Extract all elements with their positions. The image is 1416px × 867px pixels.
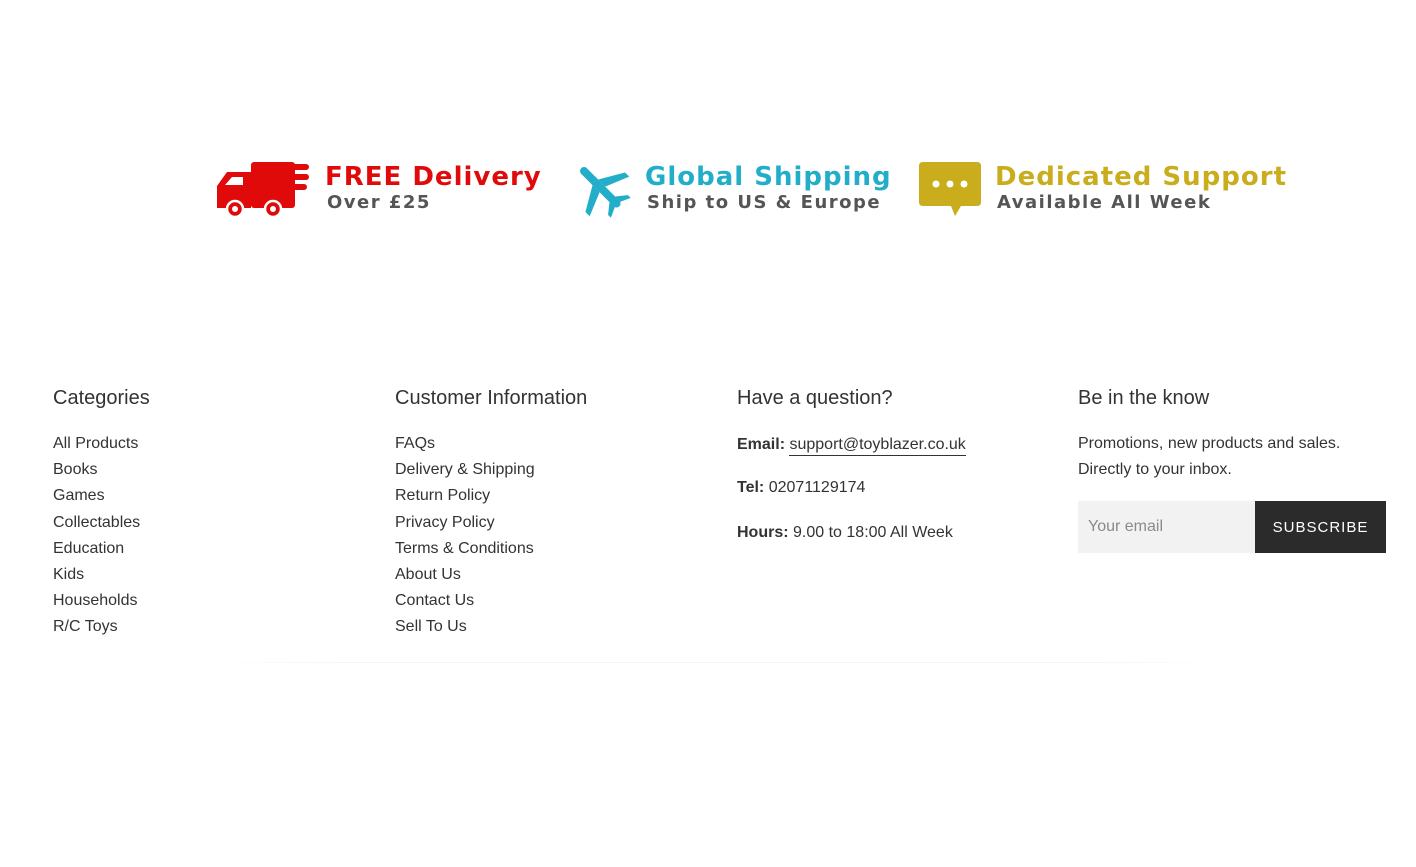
list-item: Households bbox=[53, 588, 373, 614]
feature-subtitle: Over £25 bbox=[327, 191, 431, 213]
feature-subtitle: Ship to US & Europe bbox=[647, 191, 882, 213]
list-item: Return Policy bbox=[395, 483, 715, 509]
list-item: Collectables bbox=[53, 510, 373, 536]
feature-title: Dedicated Support bbox=[995, 161, 1287, 192]
list-item: All Products bbox=[53, 431, 373, 457]
airplane-icon bbox=[580, 167, 631, 218]
footer-contact: Have a question? Email: support@toyblaze… bbox=[737, 384, 1057, 544]
newsletter-line: Promotions, new products and sales. bbox=[1078, 435, 1341, 452]
list-item: Games bbox=[53, 483, 373, 509]
tel-label: Tel: bbox=[737, 479, 765, 496]
contact-phone: Tel: 02071129174 bbox=[737, 477, 1057, 499]
feature-global-shipping: Global Shipping Ship to US & Europe bbox=[571, 155, 892, 221]
email-label: Email: bbox=[737, 436, 786, 453]
list-item: Terms & Conditions bbox=[395, 536, 715, 562]
list-item: About Us bbox=[395, 562, 715, 588]
info-link[interactable]: Terms & Conditions bbox=[395, 540, 534, 557]
hours-label: Hours: bbox=[737, 524, 789, 541]
contact-email: Email: support@toyblazer.co.uk bbox=[737, 434, 1057, 456]
footer-customer-information: Customer Information FAQs Delivery & Shi… bbox=[395, 384, 715, 641]
footer-newsletter: Be in the know Promotions, new products … bbox=[1078, 384, 1388, 553]
list-item: Delivery & Shipping bbox=[395, 457, 715, 483]
feature-subtitle: Available All Week bbox=[997, 191, 1212, 213]
category-link[interactable]: Education bbox=[53, 540, 124, 557]
feature-dedicated-support: Dedicated Support Available All Week bbox=[919, 155, 1287, 221]
list-item: R/C Toys bbox=[53, 614, 373, 640]
info-link[interactable]: Sell To Us bbox=[395, 618, 467, 635]
list-item: Education bbox=[53, 536, 373, 562]
list-item: FAQs bbox=[395, 431, 715, 457]
feature-title: Global Shipping bbox=[645, 161, 892, 192]
footer-categories: Categories All Products Books Games Coll… bbox=[53, 384, 373, 641]
info-link[interactable]: Delivery & Shipping bbox=[395, 461, 535, 478]
category-link[interactable]: Books bbox=[53, 461, 97, 478]
chat-bubble-icon bbox=[919, 162, 981, 216]
info-link[interactable]: Privacy Policy bbox=[395, 514, 495, 531]
newsletter-line: Directly to your inbox. bbox=[1078, 461, 1232, 478]
feature-banner: FREE Delivery Over £25 Global Shipping S… bbox=[213, 155, 1286, 221]
list-item: Sell To Us bbox=[395, 614, 715, 640]
subscribe-button[interactable]: Subscribe bbox=[1255, 501, 1386, 553]
category-link[interactable]: All Products bbox=[53, 435, 138, 452]
delivery-truck-icon bbox=[217, 162, 309, 218]
info-link[interactable]: About Us bbox=[395, 566, 461, 583]
footer-divider bbox=[213, 662, 1223, 663]
footer-heading: Categories bbox=[53, 387, 150, 409]
hours-value: 9.00 to 18:00 All Week bbox=[793, 524, 953, 541]
tel-value: 02071129174 bbox=[768, 479, 866, 496]
category-link[interactable]: Households bbox=[53, 592, 138, 609]
email-link[interactable]: support@toyblazer.co.uk bbox=[789, 436, 966, 456]
contact-hours: Hours: 9.00 to 18:00 All Week bbox=[737, 522, 1057, 544]
newsletter-email-input[interactable] bbox=[1078, 501, 1255, 553]
list-item: Contact Us bbox=[395, 588, 715, 614]
info-link[interactable]: FAQs bbox=[395, 435, 435, 452]
category-links: All Products Books Games Collectables Ed… bbox=[53, 431, 373, 641]
footer-heading: Have a question? bbox=[737, 387, 893, 409]
feature-title: FREE Delivery bbox=[325, 161, 542, 192]
category-link[interactable]: Kids bbox=[53, 566, 84, 583]
newsletter-description: Promotions, new products and sales. Dire… bbox=[1078, 431, 1388, 483]
category-link[interactable]: R/C Toys bbox=[53, 618, 118, 635]
list-item: Kids bbox=[53, 562, 373, 588]
newsletter-form: Subscribe bbox=[1078, 501, 1386, 553]
category-link[interactable]: Games bbox=[53, 487, 105, 504]
footer-heading: Customer Information bbox=[395, 387, 588, 409]
footer-heading: Be in the know bbox=[1078, 387, 1210, 409]
customer-info-links: FAQs Delivery & Shipping Return Policy P… bbox=[395, 431, 715, 641]
info-link[interactable]: Contact Us bbox=[395, 592, 474, 609]
category-link[interactable]: Collectables bbox=[53, 514, 140, 531]
list-item: Books bbox=[53, 457, 373, 483]
list-item: Privacy Policy bbox=[395, 510, 715, 536]
feature-free-delivery: FREE Delivery Over £25 bbox=[213, 155, 542, 221]
info-link[interactable]: Return Policy bbox=[395, 487, 490, 504]
